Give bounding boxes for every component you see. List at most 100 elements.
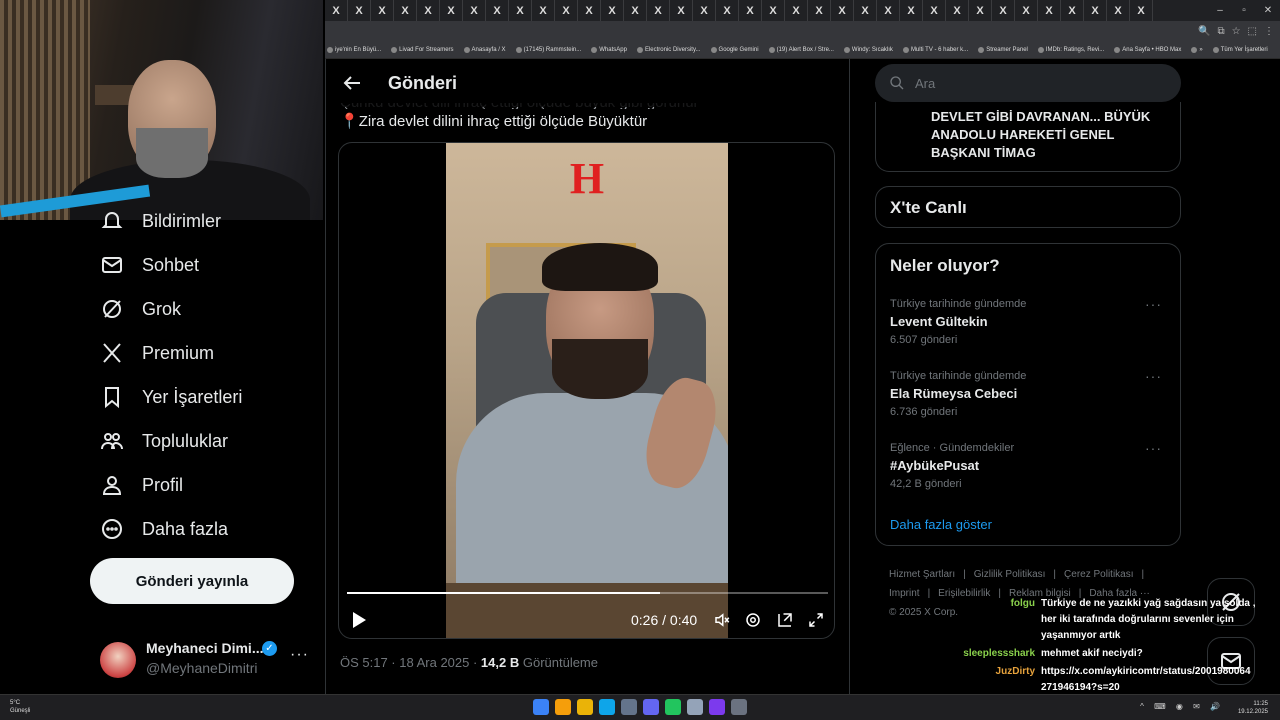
bookmark-item[interactable]: Streamer Panel xyxy=(978,47,1028,53)
browser-tab[interactable]: X xyxy=(417,0,440,21)
nav-more[interactable]: Daha fazla xyxy=(100,517,228,541)
bookmark-item[interactable]: Multi TV - 6 haber k... xyxy=(902,47,968,53)
post-timestamp[interactable]: ÖS 5:17 · 18 Ara 2025 · xyxy=(340,655,481,670)
folder-icon[interactable] xyxy=(577,699,593,715)
more-dots-icon[interactable]: ··· xyxy=(1145,296,1162,312)
browser-tab[interactable]: X xyxy=(785,0,808,21)
browser-tab[interactable]: X xyxy=(762,0,785,21)
weather-widget[interactable]: 5°C Güneşli xyxy=(10,699,30,715)
footer-link[interactable]: Gizlilik Politikası xyxy=(974,569,1046,580)
minimize-button[interactable]: – xyxy=(1208,5,1232,16)
browser-tab[interactable]: X xyxy=(624,0,647,21)
bookmark-item[interactable]: Google Gemini xyxy=(710,47,759,53)
post-button[interactable]: Gönderi yayınla xyxy=(90,558,294,604)
bookmark-item[interactable]: Ana Sayfa • HBO Max xyxy=(1114,47,1181,53)
bookmark-item[interactable]: Electronic Diversity... xyxy=(636,47,701,53)
bookmark-item[interactable]: (17145) Rammstein... xyxy=(515,47,581,53)
discord-icon[interactable] xyxy=(643,699,659,715)
browser-tab[interactable]: X xyxy=(1130,0,1153,21)
browser-tab[interactable]: X xyxy=(463,0,486,21)
browser-tab[interactable]: X xyxy=(969,0,992,21)
browser-tab[interactable]: X xyxy=(1061,0,1084,21)
start-icon[interactable] xyxy=(533,699,549,715)
app-icon[interactable] xyxy=(709,699,725,715)
footer-link[interactable]: Hizmet Şartları xyxy=(889,569,955,580)
browser-tab[interactable]: X xyxy=(693,0,716,21)
bookmark-item[interactable]: Livad For Streamers xyxy=(391,47,454,53)
bookmark-item[interactable]: Windy: Sıcaklık xyxy=(843,47,893,53)
bookmark-item[interactable]: » xyxy=(1191,47,1203,53)
browser-tab[interactable]: X xyxy=(532,0,555,21)
app-icon[interactable] xyxy=(599,699,615,715)
browser-tab[interactable]: X xyxy=(739,0,762,21)
chrome-icon[interactable] xyxy=(555,699,571,715)
account-switcher[interactable]: Meyhaneci Dimi... ✓ @MeyhaneDimitri ··· xyxy=(100,638,310,678)
more-dots-icon[interactable]: ··· xyxy=(1145,368,1162,384)
browser-tab[interactable]: X xyxy=(509,0,532,21)
browser-tab[interactable]: X xyxy=(486,0,509,21)
bookmark-item[interactable]: (19) Alert Box / Stre... xyxy=(768,47,834,53)
more-dots-icon[interactable]: ··· xyxy=(1145,440,1162,456)
browser-tab[interactable]: X xyxy=(992,0,1015,21)
trend-item[interactable]: Eğlence · Gündemdekiler #AybükePusat 42,… xyxy=(890,440,1170,490)
browser-tab[interactable]: X xyxy=(555,0,578,21)
browser-tab[interactable]: X xyxy=(578,0,601,21)
video-progress-bar[interactable] xyxy=(347,592,828,594)
close-window-button[interactable]: ✕ xyxy=(1256,5,1280,16)
footer-link[interactable]: Çerez Politikası xyxy=(1064,569,1133,580)
browser-tab[interactable]: X xyxy=(440,0,463,21)
zoom-icon[interactable]: 🔍 xyxy=(1198,26,1210,37)
bookmark-item[interactable]: iye'nin En Büyü... xyxy=(327,47,381,53)
maximize-button[interactable]: ▫ xyxy=(1232,5,1256,16)
browser-tab[interactable]: X xyxy=(1084,0,1107,21)
menu-icon[interactable]: ⋮ xyxy=(1264,26,1274,37)
show-more-link[interactable]: Daha fazla göster xyxy=(890,517,992,532)
browser-tab[interactable]: X xyxy=(1038,0,1061,21)
settings-gear-icon[interactable] xyxy=(744,611,762,629)
browser-tab[interactable]: X xyxy=(394,0,417,21)
nav-notifications[interactable]: Bildirimler xyxy=(100,212,221,232)
trend-item[interactable]: Türkiye tarihinde gündemde Ela Rümeysa C… xyxy=(890,368,1170,418)
live-card[interactable]: X'te Canlı xyxy=(875,186,1181,228)
star-icon[interactable]: ☆ xyxy=(1232,26,1241,37)
browser-tab[interactable]: X xyxy=(1015,0,1038,21)
video-player[interactable]: H 0:26 / 0:40 xyxy=(338,142,835,639)
browser-tab[interactable]: X xyxy=(670,0,693,21)
promo-card[interactable]: DEVLET GİBİ DAVRANAN... BÜYÜK ANADOLU HA… xyxy=(875,102,1181,172)
fullscreen-icon[interactable] xyxy=(807,611,825,629)
back-arrow-icon[interactable] xyxy=(340,71,364,95)
bookmark-item[interactable]: WhatsApp xyxy=(591,47,627,53)
nav-grok[interactable]: Grok xyxy=(100,297,181,321)
browser-tab[interactable]: X xyxy=(900,0,923,21)
clock[interactable]: 11:25 19.12.2025 xyxy=(1238,700,1268,716)
bookmark-item[interactable]: IMDb: Ratings, Revi... xyxy=(1037,47,1104,53)
extensions-icon[interactable]: ⬚ xyxy=(1248,26,1257,37)
app-icon[interactable] xyxy=(687,699,703,715)
browser-tab[interactable]: X xyxy=(1107,0,1130,21)
browser-tab[interactable]: X xyxy=(325,0,348,21)
nav-premium[interactable]: Premium xyxy=(100,341,214,365)
browser-tab[interactable]: X xyxy=(877,0,900,21)
search-box[interactable] xyxy=(875,64,1181,102)
browser-tab[interactable]: X xyxy=(348,0,371,21)
browser-tab[interactable]: X xyxy=(808,0,831,21)
browser-tab[interactable]: X xyxy=(601,0,624,21)
browser-tab[interactable]: X xyxy=(371,0,394,21)
browser-tab[interactable]: X xyxy=(923,0,946,21)
picture-in-picture-icon[interactable] xyxy=(776,611,794,629)
play-icon[interactable] xyxy=(351,611,367,629)
search-input[interactable] xyxy=(915,75,1155,91)
browser-tab[interactable]: X xyxy=(716,0,739,21)
nav-communities[interactable]: Topluluklar xyxy=(100,429,228,453)
steam-icon[interactable] xyxy=(621,699,637,715)
trend-item[interactable]: Türkiye tarihinde gündemde Levent Gültek… xyxy=(890,296,1170,346)
nav-bookmarks[interactable]: Yer İşaretleri xyxy=(100,385,242,409)
app-icon[interactable] xyxy=(731,699,747,715)
nav-profile[interactable]: Profil xyxy=(100,473,183,497)
browser-tab[interactable]: X xyxy=(946,0,969,21)
account-more-icon[interactable]: ··· xyxy=(290,646,309,664)
cast-icon[interactable]: ⧉ xyxy=(1217,26,1224,37)
volume-icon[interactable] xyxy=(713,611,731,629)
bookmark-item[interactable]: Tüm Yer İşaretleri xyxy=(1212,47,1268,53)
bookmark-item[interactable]: Anasayfa / X xyxy=(463,47,506,53)
